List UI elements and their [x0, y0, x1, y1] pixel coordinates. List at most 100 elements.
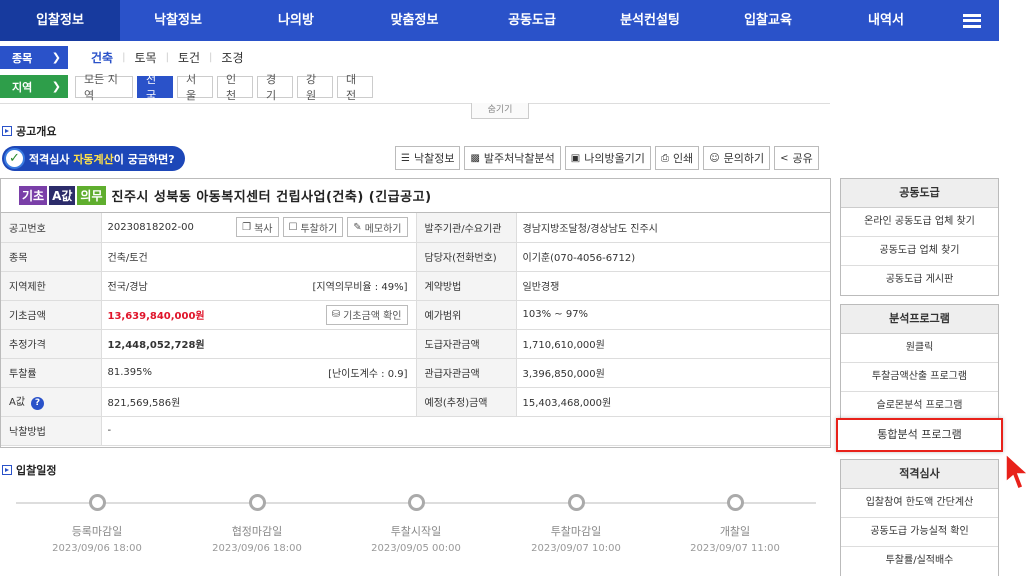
table-row: 공고번호 20230818202-00 ❐ 복사 ☐ 투찰하기 ✎ 메모하기 발주기관/수…: [1, 213, 830, 243]
notice-title: 진주시 성북동 아동복지센터 건립사업(건축) (긴급공고): [111, 190, 432, 205]
inquiry-button[interactable]: ☺ 문의하기: [703, 146, 771, 170]
estimated-price: 12,448,052,728원: [101, 329, 416, 359]
nav-my-room[interactable]: 나의방: [236, 0, 356, 41]
nav-analysis-consulting[interactable]: 분석컨설팅: [591, 0, 709, 41]
chat-icon: ☺: [709, 152, 720, 164]
region-all[interactable]: 모든 지역: [75, 73, 133, 102]
section-marker-icon: [2, 126, 12, 136]
agency-analysis-button[interactable]: ▩ 발주처낙찰분석: [464, 146, 561, 170]
timeline-step: 협정마감일 2023/09/06 18:00: [197, 494, 317, 554]
category-filter-label: 종목 ❯: [0, 46, 68, 69]
edit-icon: ✎: [353, 221, 362, 233]
nav-custom-info[interactable]: 맞춤정보: [356, 0, 473, 41]
category-filter: 종목 ❯ 건축 | 토목 | 토건 | 조경: [0, 46, 253, 69]
checkmark-icon: ✓: [4, 148, 25, 169]
side-link-one-click[interactable]: 원클릭: [841, 334, 998, 363]
side-link-solomon-program[interactable]: 슬로몬분석 프로그램: [841, 392, 998, 421]
nav-bid-education[interactable]: 입찰교육: [709, 0, 827, 41]
award-info-button[interactable]: ☰ 낙찰정보: [395, 146, 461, 170]
timeline-step: 투찰시작일 2023/09/05 00:00: [356, 494, 476, 554]
print-button[interactable]: ⎙ 인쇄: [654, 146, 700, 170]
notice-toolbar: ☰ 낙찰정보 ▩ 발주처낙찰분석 ▣ 나의방올기기 ⎙ 인쇄 ☺ 문의하기 < 공유: [395, 146, 823, 170]
nav-statement[interactable]: 내역서: [827, 0, 945, 41]
copy-button[interactable]: ❐ 복사: [236, 217, 279, 238]
table-row: 종목 건축/토건 담당자(전화번호) 이기훈(070-4056-6712): [1, 242, 830, 272]
joint-contract-panel: 공동도급 온라인 공동도급 업체 찾기 공동도급 업체 찾기 공동도급 게시판: [840, 178, 999, 296]
timeline-step: 개찰일 2023/09/07 11:00: [675, 494, 795, 554]
hide-filter-button[interactable]: 숨기기: [471, 103, 529, 119]
folder-icon: ▣: [570, 152, 581, 164]
region-nationwide[interactable]: 전국: [137, 73, 173, 102]
copy-icon: ❐: [242, 221, 252, 233]
hamburger-icon: [963, 13, 981, 28]
table-row: A값? 821,569,586원 예정(추정)금액 15,403,468,000…: [1, 387, 830, 417]
tag-a-value: A값: [49, 186, 76, 205]
timeline-step: 투찰마감일 2023/09/07 10:00: [516, 494, 636, 554]
side-link-integrated-analysis[interactable]: 통합분석 프로그램: [836, 418, 1003, 452]
section-marker-icon: [2, 465, 12, 475]
timeline-dot-icon: [407, 494, 425, 511]
side-link-joint-board[interactable]: 공동도급 게시판: [841, 266, 998, 295]
category-building[interactable]: 건축: [82, 49, 122, 66]
timeline-dot-icon: [567, 494, 585, 511]
chevron-right-icon: ❯: [51, 51, 61, 64]
side-link-bid-rate-multiple[interactable]: 투찰률/실적배수: [841, 547, 998, 576]
database-icon: ⛁: [331, 309, 341, 320]
category-civil[interactable]: 토목: [125, 49, 165, 66]
share-button[interactable]: < 공유: [774, 146, 819, 170]
notice-number: 20230818202-00: [107, 221, 194, 233]
table-row: 낙찰방법 -: [1, 416, 830, 446]
save-to-my-room-button[interactable]: ▣ 나의방올기기: [564, 146, 651, 170]
panel-header: 적격심사: [841, 460, 998, 489]
region-gyeonggi[interactable]: 경기: [257, 73, 293, 102]
region-daejeon[interactable]: 대전: [337, 73, 373, 102]
region-filter: 지역 ❯ 모든 지역 전국 서울 인천 경기 강원 대전: [0, 73, 377, 102]
category-value: 건축/토건: [101, 242, 416, 272]
schedule-section-title: 입찰일정: [2, 462, 56, 478]
a-value: 821,569,586원: [101, 387, 416, 417]
side-link-find-partner[interactable]: 공동도급 업체 찾기: [841, 237, 998, 266]
auto-calc-badge[interactable]: ✓ 적격심사 자동계산이 궁금하면?: [2, 146, 185, 171]
region-filter-label: 지역 ❯: [0, 75, 68, 98]
region-incheon[interactable]: 인천: [217, 73, 253, 102]
planned-amount: 15,403,468,000원: [516, 387, 830, 417]
side-link-limit-calc[interactable]: 입찰참여 한도액 간단계산: [841, 489, 998, 518]
bar-chart-icon: ▩: [470, 152, 480, 164]
tag-mandatory: 의무: [77, 186, 106, 205]
category-landscape[interactable]: 조경: [212, 49, 252, 66]
table-row: 추정가격 12,448,052,728원 도급자관금액 1,710,610,00…: [1, 329, 830, 359]
table-row: 기초금액 13,639,840,000원 ⛁ 기초금액 확인 예가범위 103% ~…: [1, 300, 830, 330]
region-gangwon[interactable]: 강원: [297, 73, 333, 102]
memo-button[interactable]: ✎ 메모하기: [347, 217, 408, 238]
category-civil-building[interactable]: 토건: [169, 49, 209, 66]
nav-award-info[interactable]: 낙찰정보: [120, 0, 236, 41]
region-seoul[interactable]: 서울: [177, 73, 213, 102]
divider: [0, 103, 830, 104]
side-link-bid-amount-program[interactable]: 투찰금액산출 프로그램: [841, 363, 998, 392]
overview-section-title: 공고개요: [2, 123, 56, 139]
agency-value: 경남지방조달청/경상남도 진주시: [516, 213, 830, 243]
side-link-online-partner[interactable]: 온라인 공동도급 업체 찾기: [841, 208, 998, 237]
side-link-joint-record[interactable]: 공동도급 가능실적 확인: [841, 518, 998, 547]
bid-schedule-timeline: 등록마감일 2023/09/06 18:00 협정마감일 2023/09/06 …: [16, 482, 816, 567]
timeline-step: 등록마감일 2023/09/06 18:00: [37, 494, 157, 554]
panel-header: 공동도급: [841, 179, 998, 208]
bid-button[interactable]: ☐ 투찰하기: [282, 217, 344, 238]
help-icon[interactable]: ?: [31, 397, 45, 410]
notice-title-row: 기초 A값 의무 진주시 성북동 아동복지센터 건립사업(건축) (긴급공고): [1, 179, 830, 213]
difficulty-coefficient: [난이도계수 : 0.9]: [328, 369, 408, 380]
chevron-right-icon: ❯: [51, 80, 61, 93]
notice-detail-table: 공고번호 20230818202-00 ❐ 복사 ☐ 투찰하기 ✎ 메모하기 발주기관/수…: [1, 213, 830, 446]
analysis-program-panel: 분석프로그램 원클릭 투찰금액산출 프로그램 슬로몬분석 프로그램: [840, 304, 999, 421]
nav-bid-info[interactable]: 입찰정보: [0, 0, 120, 41]
list-icon: ☰: [401, 152, 410, 164]
menu-button[interactable]: [945, 0, 999, 41]
base-amount-check-button[interactable]: ⛁ 기초금액 확인: [325, 304, 408, 325]
range-value: 103% ~ 97%: [516, 300, 830, 330]
timeline-dot-icon: [88, 494, 106, 511]
timeline-dot-icon: [726, 494, 744, 511]
base-amount: 13,639,840,000원: [107, 311, 205, 322]
contact-value: 이기훈(070-4056-6712): [516, 242, 830, 272]
table-row: 지역제한 전국/경남 [지역의무비율 : 49%] 계약방법 일반경쟁: [1, 271, 830, 301]
nav-joint-contract[interactable]: 공동도급: [473, 0, 591, 41]
